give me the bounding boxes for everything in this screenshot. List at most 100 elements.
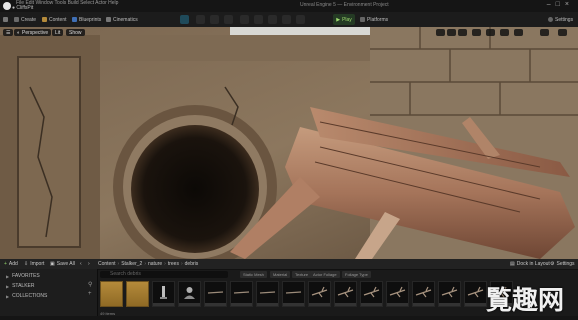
add-button[interactable]: + Add [4,260,18,268]
show-button[interactable]: Show [66,29,85,36]
asset-tile[interactable] [334,281,357,307]
scale-icon[interactable] [224,15,233,24]
asset-type-bar [179,303,200,306]
select-mode-icon[interactable] [180,15,189,24]
asset-tile[interactable] [282,281,305,307]
breadcrumb-stalker[interactable]: Stalker_2 [121,261,142,267]
asset-type-bar [439,303,460,306]
asset-type-bar [335,303,356,306]
viewport-menu-button[interactable]: ☰ [3,29,14,36]
branch-mesh-icon [441,284,458,301]
content-button[interactable]: Content [42,15,67,24]
dock-in-layout-button[interactable]: ▤ Dock in Layout [510,260,550,268]
save-button[interactable] [3,15,8,24]
content-icon [42,17,47,22]
asset-tile[interactable] [438,281,461,307]
rotation-snap-icon[interactable] [268,15,277,24]
add-collection-icon[interactable]: + [88,291,92,297]
content-label: Content [49,16,67,23]
branch-mesh-icon [467,284,484,301]
cb-settings-button[interactable]: ⚙ Settings [550,260,575,268]
branch-mesh-icon [389,284,406,301]
create-button[interactable]: Create [14,15,36,24]
stalker-section[interactable]: ▶ STALKER [6,283,35,289]
branch-mesh-icon [311,284,328,301]
asset-tile[interactable] [256,281,279,307]
platforms-button[interactable]: Platforms [360,15,388,24]
asset-type-bar [257,303,278,306]
surface-snap-icon[interactable] [240,15,249,24]
scale-step-icon[interactable] [500,29,509,36]
lit-button[interactable]: Lit [52,29,64,36]
wall-lintel [100,35,370,61]
blueprints-button[interactable]: Blueprints [72,15,101,24]
scale-gizmo-icon[interactable] [458,29,467,36]
viewport-options-icon[interactable] [558,29,567,36]
search-icon[interactable]: ⚲ [88,281,92,288]
play-label: Play [342,16,352,23]
asset-tile[interactable] [360,281,383,307]
camera-icon[interactable] [514,29,523,36]
breadcrumb-trees[interactable]: trees [168,261,179,267]
content-browser-sidebar: ▶ FAVORITES ▶ STALKER ⚲ ▶ COLLECTIONS + [0,269,98,320]
asset-tile[interactable] [230,281,253,307]
branch-mesh-icon [337,284,354,301]
breadcrumb: Content › Stalker_2 › nature › trees › debri… [98,261,199,267]
asset-tile[interactable] [412,281,435,307]
asset-tile[interactable] [204,281,227,307]
angle-icon[interactable] [486,29,495,36]
folder-tile[interactable] [100,281,123,307]
asset-tile[interactable] [386,281,409,307]
level-viewport[interactable]: ☰ ◐ Perspective Lit Show [0,27,578,259]
favorites-section[interactable]: ▶ FAVORITES [6,273,40,279]
back-button[interactable]: ‹ [80,260,82,268]
import-button[interactable]: ⇩ Import [24,260,44,268]
gear-icon: ⚙ [550,261,555,267]
scale-snap-icon[interactable] [282,15,291,24]
stick-mesh-icon [285,284,302,301]
breadcrumb-nature[interactable]: nature [148,261,162,267]
breadcrumb-debris[interactable]: debris [185,261,199,267]
translate-icon[interactable] [196,15,205,24]
asset-type-bar [153,303,174,306]
filter-chip[interactable]: Static Mesh [240,271,267,278]
rotate-gizmo-icon[interactable] [447,29,456,36]
favorites-label: FAVORITES [12,273,40,279]
unreal-logo-icon[interactable] [3,2,11,10]
rotate-icon[interactable] [210,15,219,24]
cinematics-button[interactable]: Cinematics [106,15,138,24]
asset-tile[interactable] [178,281,201,307]
add-label: Add [8,261,18,267]
filter-chip[interactable]: Foliage Type [342,271,371,278]
forward-button[interactable]: › [88,260,90,268]
filter-chip[interactable]: Material [270,271,291,278]
grid-snap-icon[interactable] [254,15,263,24]
save-all-button[interactable]: ▣ Save All [50,260,75,268]
stick-mesh-icon [233,284,250,301]
maximize-icon[interactable] [540,29,549,36]
main-menu[interactable]: File Edit Window Tools Build Select Acto… [16,0,118,6]
filter-chip[interactable]: Texture [292,271,312,278]
lit-label: Lit [55,29,61,36]
filter-bar: Search debris Static Mesh Material Textu… [98,269,578,279]
settings-button[interactable]: Settings [548,15,573,24]
collections-section[interactable]: ▶ COLLECTIONS [6,293,47,299]
translate-gizmo-icon[interactable] [436,29,445,36]
asset-search-input[interactable]: Search debris [100,271,228,278]
import-icon: ⇩ [24,261,29,267]
window-controls[interactable]: –□× [547,1,574,8]
folder-tile[interactable] [126,281,149,307]
show-label: Show [69,29,82,36]
asset-tile[interactable] [308,281,331,307]
grid-icon[interactable] [472,29,481,36]
breadcrumb-content[interactable]: Content [98,261,116,267]
chevron-right-icon: ▶ [6,273,10,279]
play-button[interactable]: ▶ Play [333,14,355,25]
camera-speed-icon[interactable] [296,15,305,24]
perspective-button[interactable]: ◐ Perspective [14,29,52,36]
collections-label: COLLECTIONS [12,293,48,299]
filter-chip[interactable]: Actor Foliage [310,271,340,278]
asset-tile[interactable] [152,281,175,307]
asset-tile[interactable] [464,281,487,307]
asset-type-bar [387,303,408,306]
